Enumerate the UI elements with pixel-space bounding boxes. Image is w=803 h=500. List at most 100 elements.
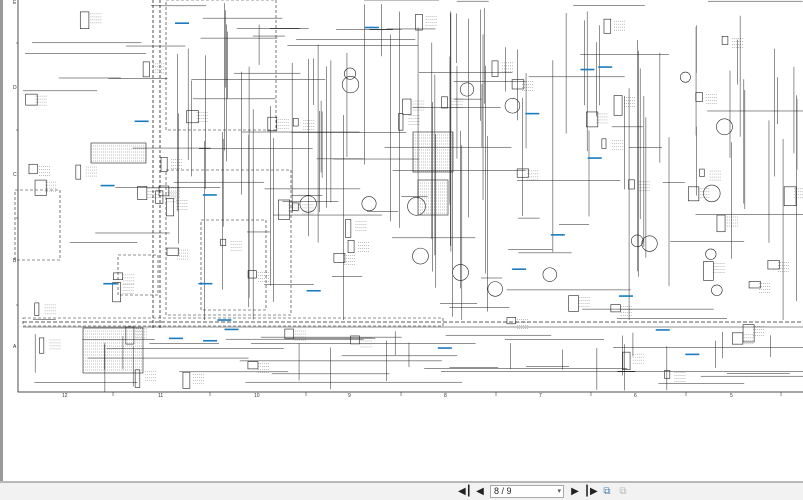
connector bbox=[247, 361, 259, 370]
component-symbol bbox=[341, 75, 360, 94]
previous-page-icon[interactable]: ◀ bbox=[475, 486, 485, 498]
cross-reference-link bbox=[203, 339, 218, 342]
page-number-field[interactable]: 8 / 9 ▾ bbox=[490, 485, 564, 498]
connector bbox=[601, 138, 607, 149]
connector bbox=[75, 164, 82, 180]
connector bbox=[125, 326, 135, 345]
chevron-down-icon[interactable]: ▾ bbox=[557, 486, 561, 497]
connector bbox=[415, 14, 423, 31]
document-viewer[interactable]: 12 11 10 9 8 7 6 5 E D C B A bbox=[0, 0, 803, 481]
cross-reference-link bbox=[512, 268, 527, 270]
cross-reference-link bbox=[175, 22, 190, 24]
connector bbox=[142, 61, 150, 78]
next-page-icon[interactable]: ▶ bbox=[570, 486, 580, 498]
connector bbox=[721, 36, 729, 45]
component-symbol bbox=[679, 71, 691, 83]
connector bbox=[716, 214, 726, 233]
connector bbox=[284, 328, 294, 340]
component-symbol bbox=[460, 82, 474, 97]
connector bbox=[687, 186, 700, 202]
cross-reference-link bbox=[598, 66, 613, 68]
connector bbox=[402, 98, 412, 115]
connector bbox=[345, 219, 352, 238]
cross-reference-link bbox=[364, 26, 379, 29]
connector bbox=[441, 96, 448, 109]
page-indicator: 8 / 9 bbox=[494, 486, 512, 496]
connector bbox=[278, 199, 290, 220]
connector bbox=[160, 156, 168, 172]
cross-reference-link bbox=[100, 184, 115, 187]
connector bbox=[506, 317, 517, 325]
connector bbox=[664, 370, 671, 379]
connector bbox=[25, 93, 38, 106]
column-label: 11 bbox=[158, 393, 164, 399]
column-label: 12 bbox=[62, 393, 68, 399]
dashed-enclosure bbox=[165, 0, 277, 131]
cross-reference-link bbox=[198, 282, 213, 285]
component-symbol bbox=[361, 196, 377, 212]
connector bbox=[491, 60, 499, 77]
row-label: A bbox=[13, 344, 17, 350]
column-label: 5 bbox=[730, 393, 733, 399]
connector bbox=[731, 332, 744, 345]
cross-reference-link bbox=[168, 337, 183, 340]
connector bbox=[112, 282, 121, 303]
cross-reference-link bbox=[685, 353, 700, 356]
connector bbox=[79, 11, 90, 29]
component-symbol bbox=[407, 197, 426, 216]
wiring-schematic bbox=[14, 0, 803, 396]
row-label: D bbox=[13, 85, 17, 91]
component-symbol bbox=[412, 247, 429, 265]
connector bbox=[610, 304, 621, 313]
cross-reference-link bbox=[580, 68, 595, 71]
terminal-block bbox=[417, 179, 449, 216]
component-symbol bbox=[487, 281, 503, 297]
cross-reference-link bbox=[217, 319, 232, 321]
row-label: E bbox=[13, 0, 17, 6]
connector bbox=[748, 281, 761, 289]
row-label: C bbox=[13, 172, 17, 178]
schematic-page: 12 11 10 9 8 7 6 5 E D C B A bbox=[3, 0, 803, 478]
connector bbox=[34, 179, 47, 196]
connector bbox=[137, 186, 148, 200]
connector bbox=[603, 18, 612, 34]
cross-reference-link bbox=[103, 282, 118, 285]
connector bbox=[622, 351, 631, 370]
connector bbox=[783, 186, 797, 206]
dashed-enclosure bbox=[165, 169, 292, 316]
connector bbox=[568, 295, 579, 312]
connector bbox=[166, 198, 174, 217]
connector bbox=[292, 118, 299, 127]
cross-reference-link bbox=[550, 234, 565, 236]
connector bbox=[628, 179, 635, 190]
connector bbox=[134, 369, 141, 388]
column-label: 10 bbox=[254, 393, 260, 399]
connector bbox=[699, 168, 705, 177]
connector bbox=[166, 247, 179, 256]
connector bbox=[767, 260, 780, 270]
column-label: 8 bbox=[444, 393, 447, 399]
connector bbox=[703, 261, 714, 281]
connector bbox=[695, 92, 703, 102]
row-label: B bbox=[13, 258, 17, 264]
column-label: 9 bbox=[348, 393, 351, 399]
column-label: 6 bbox=[634, 393, 637, 399]
connector bbox=[182, 371, 191, 389]
last-page-icon[interactable]: ┃▶ bbox=[584, 486, 598, 498]
connector bbox=[34, 302, 40, 316]
connector bbox=[347, 239, 355, 253]
drawing-frame bbox=[17, 0, 803, 393]
cross-reference-link bbox=[618, 295, 633, 297]
cross-reference-link bbox=[134, 120, 149, 123]
fit-page-icon[interactable]: ⧉ bbox=[601, 486, 613, 498]
page-navigation-toolbar: ◀┃ ◀ 8 / 9 ▾ ▶ ┃▶ ⧉ ⧉ bbox=[0, 481, 803, 500]
dashed-enclosure bbox=[14, 189, 61, 261]
connector bbox=[511, 79, 525, 90]
cross-reference-link bbox=[655, 329, 670, 331]
component-symbol bbox=[711, 284, 723, 296]
connector bbox=[267, 116, 278, 132]
dashed-enclosure bbox=[200, 219, 267, 311]
first-page-icon[interactable]: ◀┃ bbox=[458, 486, 472, 498]
page-view-icon[interactable]: ⧉ bbox=[617, 486, 629, 498]
connector bbox=[39, 337, 45, 354]
